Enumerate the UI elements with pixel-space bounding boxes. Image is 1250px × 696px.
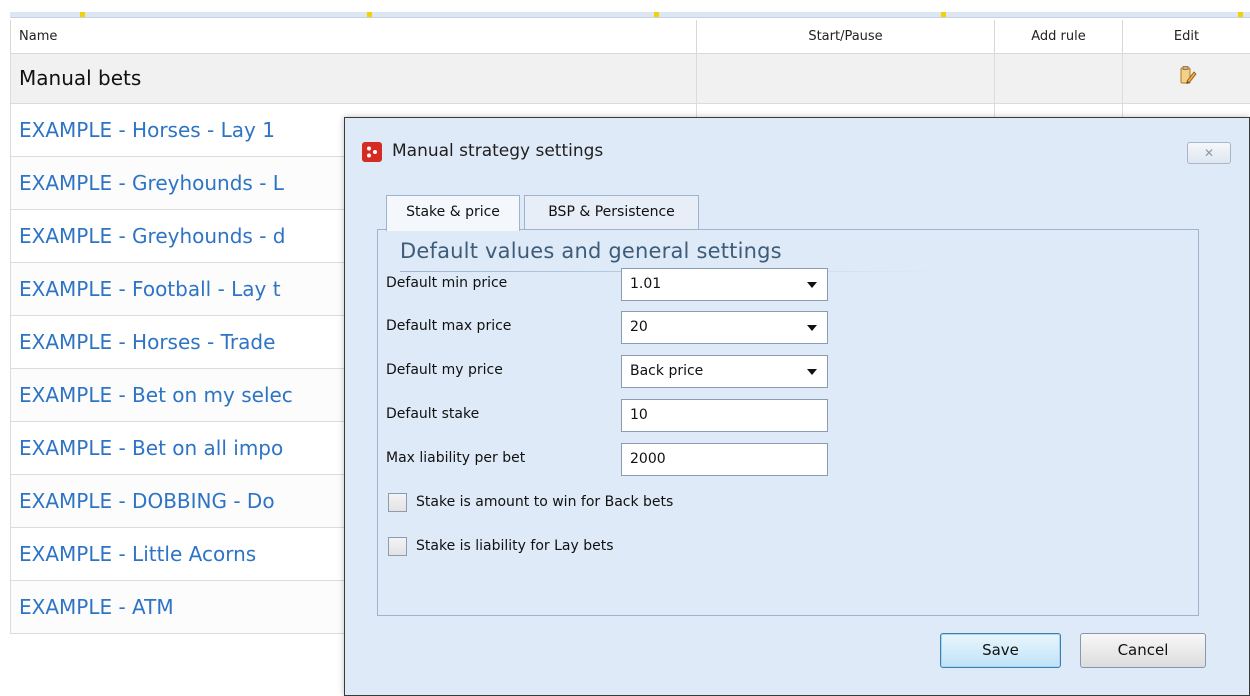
toolbar-strip — [10, 12, 1250, 18]
chevron-down-icon — [807, 282, 817, 288]
manual-bets-start-pause-cell — [696, 52, 995, 104]
dialog-title-bar[interactable]: Manual strategy settings ✕ — [345, 118, 1249, 180]
app-logo-icon — [362, 142, 382, 162]
chevron-down-icon — [807, 325, 817, 331]
tab-bsp-and-persistence[interactable]: BSP & Persistence — [524, 195, 699, 230]
default-my-price-value: Back price — [630, 363, 704, 379]
close-icon[interactable]: ✕ — [1187, 142, 1231, 164]
default-min-price-label: Default min price — [386, 275, 508, 291]
chevron-down-icon — [807, 369, 817, 375]
save-button[interactable]: Save — [940, 633, 1061, 668]
default-min-price-select[interactable]: 1.01 — [621, 268, 828, 301]
default-stake-label: Default stake — [386, 406, 480, 422]
default-max-price-label: Default max price — [386, 318, 512, 334]
strip-marker — [367, 12, 372, 17]
default-max-price-select[interactable]: 20 — [621, 311, 828, 344]
strip-marker — [80, 12, 85, 17]
manual-bets-name: Manual bets — [10, 52, 697, 104]
app-window: Name Start/Pause Add rule Edit Manual be… — [0, 0, 1250, 696]
strip-marker — [654, 12, 659, 17]
manual-strategy-settings-dialog: Manual strategy settings ✕ Stake & price… — [344, 117, 1250, 696]
stake-is-liability-checkbox[interactable] — [388, 537, 407, 556]
stake-amount-to-win-label[interactable]: Stake is amount to win for Back bets — [416, 494, 673, 510]
default-my-price-select[interactable]: Back price — [621, 355, 828, 388]
manual-bets-row[interactable]: Manual bets — [10, 52, 1250, 104]
manual-bets-add-rule-cell — [994, 52, 1123, 104]
column-header-add-rule[interactable]: Add rule — [994, 20, 1123, 54]
column-header-start-pause[interactable]: Start/Pause — [696, 20, 995, 54]
tab-stake-and-price[interactable]: Stake & price — [386, 195, 520, 231]
manual-bets-edit-cell — [1122, 52, 1250, 104]
grid-header-row: Name Start/Pause Add rule Edit — [10, 20, 1250, 54]
stake-and-price-panel: Default values and general settings Defa… — [377, 229, 1199, 616]
default-stake-input[interactable]: 10 — [621, 399, 828, 432]
max-liability-label: Max liability per bet — [386, 450, 526, 466]
stake-is-liability-label[interactable]: Stake is liability for Lay bets — [416, 538, 614, 554]
strip-marker — [1238, 12, 1243, 17]
default-my-price-label: Default my price — [386, 362, 503, 378]
strip-marker — [941, 12, 946, 17]
cancel-button[interactable]: Cancel — [1080, 633, 1206, 668]
default-min-price-value: 1.01 — [630, 276, 662, 292]
column-header-name[interactable]: Name — [10, 20, 697, 54]
section-title: Default values and general settings — [400, 239, 782, 263]
stake-amount-to-win-checkbox[interactable] — [388, 493, 407, 512]
column-header-edit[interactable]: Edit — [1122, 20, 1250, 54]
max-liability-input[interactable]: 2000 — [621, 443, 828, 476]
edit-pencil-icon[interactable] — [1176, 65, 1198, 87]
dialog-title: Manual strategy settings — [392, 141, 604, 161]
default-max-price-value: 20 — [630, 319, 648, 335]
